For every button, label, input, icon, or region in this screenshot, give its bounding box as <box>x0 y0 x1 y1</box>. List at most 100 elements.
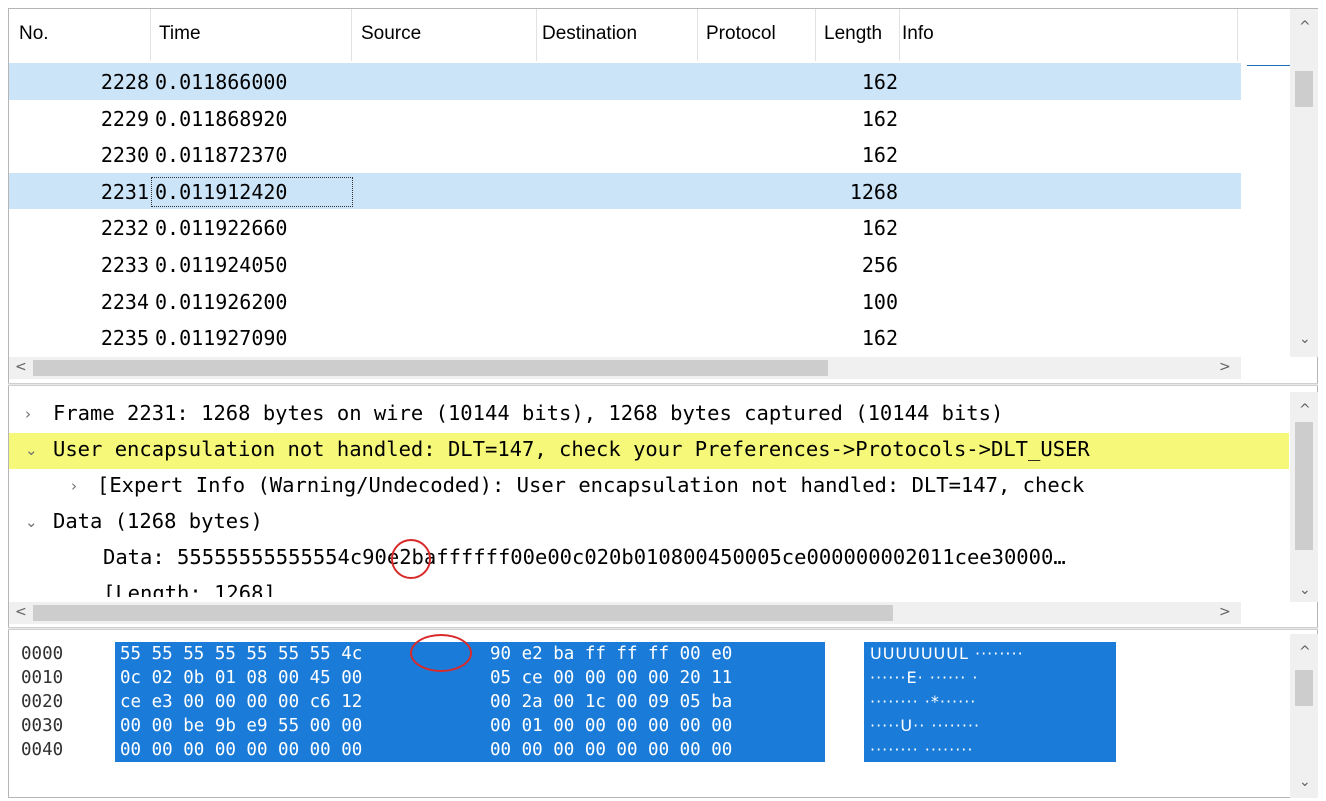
packet-row[interactable]: 2233 0.011924050 256 <box>9 246 1241 283</box>
packet-no: 2230 <box>100 143 149 168</box>
collapsed-arrow-icon[interactable]: › <box>25 405 31 423</box>
column-header-source[interactable]: Source <box>361 23 421 45</box>
packet-list-pane: No. Time Source Destination Protocol Len… <box>9 9 1318 379</box>
pane-splitter[interactable] <box>8 383 1318 386</box>
hex-bytes[interactable]: 00 00 00 00 00 00 00 00 <box>115 738 463 762</box>
column-divider[interactable] <box>899 9 900 61</box>
packet-row[interactable]: 2228 0.011866000 162 <box>9 63 1241 100</box>
packet-time: 0.011872370 <box>155 143 288 168</box>
hex-bytes[interactable]: 90 e2 ba ff ff ff 00 e0 <box>485 642 825 666</box>
ascii-bytes[interactable]: ······E· ······ · <box>864 666 1116 690</box>
packet-bytes-pane: 0000 55 55 55 55 55 55 55 4c 90 e2 ba ff… <box>9 634 1318 798</box>
packet-row[interactable]: 2229 0.011868920 162 <box>9 100 1241 137</box>
hex-bytes[interactable]: 00 00 00 00 00 00 00 00 <box>485 738 825 762</box>
column-header-length[interactable]: Length <box>824 23 882 45</box>
tree-item-label: [Length: 1268] <box>103 581 276 597</box>
column-divider[interactable] <box>150 9 151 61</box>
scroll-down-icon[interactable]: ⌄ <box>1299 774 1311 790</box>
ascii-bytes[interactable]: ········ ·*······ <box>864 690 1116 714</box>
packet-list-hscrollbar[interactable]: < > <box>9 357 1241 379</box>
packet-no: 2229 <box>100 106 149 131</box>
packet-time: 0.011926200 <box>155 289 288 314</box>
column-divider[interactable] <box>1237 9 1238 61</box>
packet-length: 256 <box>861 252 898 277</box>
scroll-up-icon[interactable]: ^ <box>1299 19 1311 35</box>
packet-row-selected[interactable]: 2231 0.011912420 1268 <box>9 172 1241 210</box>
annotation-circle <box>391 539 431 579</box>
hex-bytes[interactable]: 00 01 00 00 00 00 00 00 <box>485 714 825 738</box>
hex-bytes[interactable]: 00 2a 00 1c 00 09 05 ba <box>485 690 825 714</box>
packet-list-header: No. Time Source Destination Protocol Len… <box>9 9 1241 61</box>
packet-length: 162 <box>861 70 898 94</box>
collapsed-arrow-icon[interactable]: › <box>71 477 77 495</box>
scroll-thumb[interactable] <box>1295 670 1313 706</box>
scroll-thumb[interactable] <box>1295 422 1313 550</box>
hex-bytes[interactable]: 05 ce 00 00 00 00 20 11 <box>485 666 825 690</box>
tree-item-label: User encapsulation not handled: DLT=147,… <box>53 437 1090 461</box>
tree-item-data-value[interactable]: Data: 55555555555554c90e2baffffff00e00c0… <box>9 541 1289 577</box>
scroll-left-icon[interactable]: < <box>15 604 27 620</box>
annotation-circle <box>410 634 472 672</box>
tree-item-data[interactable]: ⌄ Data (1268 bytes) <box>9 505 1289 541</box>
scroll-down-icon[interactable]: ⌄ <box>1299 582 1311 598</box>
expanded-arrow-icon[interactable]: ⌄ <box>25 441 38 459</box>
packet-rows: 2228 0.011866000 162 2229 0.011868920 16… <box>9 63 1241 356</box>
scroll-right-icon[interactable]: > <box>1219 604 1231 620</box>
packet-row[interactable]: 2235 0.011927090 162 <box>9 319 1241 356</box>
packet-length: 162 <box>861 143 898 168</box>
column-divider[interactable] <box>815 9 816 61</box>
expanded-arrow-icon[interactable]: ⌄ <box>25 513 38 531</box>
tree-item-label: [Expert Info (Warning/Undecoded): User e… <box>97 473 1085 497</box>
scroll-right-icon[interactable]: > <box>1219 359 1231 375</box>
details-hscrollbar[interactable]: < > <box>9 602 1241 624</box>
packet-details-pane: › Frame 2231: 1268 bytes on wire (10144 … <box>9 392 1318 624</box>
pane-splitter[interactable] <box>8 627 1318 630</box>
packet-no: 2234 <box>100 289 149 314</box>
ascii-bytes[interactable]: ········ ········ <box>864 738 1116 762</box>
packet-length: 162 <box>861 216 898 241</box>
column-header-no[interactable]: No. <box>19 23 49 45</box>
column-header-destination[interactable]: Destination <box>542 23 637 45</box>
column-header-info[interactable]: Info <box>902 23 934 45</box>
hex-bytes[interactable]: ce e3 00 00 00 00 c6 12 <box>115 690 463 714</box>
scroll-up-icon[interactable]: ^ <box>1299 402 1311 418</box>
column-divider[interactable] <box>536 9 537 61</box>
packet-list-vscrollbar[interactable]: ^ ⌄ <box>1290 9 1318 357</box>
tree-item-label: Data: 55555555555554c90e2baffffff00e00c0… <box>103 545 1066 569</box>
column-divider[interactable] <box>351 9 352 61</box>
packet-length: 100 <box>861 289 898 314</box>
hex-bytes[interactable]: 0c 02 0b 01 08 00 45 00 <box>115 666 463 690</box>
scroll-thumb[interactable] <box>33 360 828 376</box>
scroll-down-icon[interactable]: ⌄ <box>1299 331 1311 347</box>
details-vscrollbar[interactable]: ^ ⌄ <box>1290 392 1318 602</box>
ascii-bytes[interactable]: UUUUUUUL ········ <box>864 642 1116 666</box>
scroll-thumb[interactable] <box>1295 71 1313 107</box>
packet-length: 1268 <box>849 179 898 204</box>
tree-item-label: Data (1268 bytes) <box>53 509 263 533</box>
packet-no: 2233 <box>100 252 149 277</box>
tree-item-frame[interactable]: › Frame 2231: 1268 bytes on wire (10144 … <box>9 397 1289 433</box>
packet-row[interactable]: 2230 0.011872370 162 <box>9 136 1241 173</box>
byte-offset: 0030 <box>21 716 64 736</box>
tree-item-length[interactable]: [Length: 1268] <box>9 577 1289 597</box>
hex-gap <box>463 738 485 762</box>
scroll-left-icon[interactable]: < <box>15 359 27 375</box>
scroll-thumb[interactable] <box>33 605 893 621</box>
packet-row[interactable]: 2234 0.011926200 100 <box>9 283 1241 320</box>
ascii-bytes[interactable]: ·····U·· ········ <box>864 714 1116 738</box>
column-header-time[interactable]: Time <box>159 23 201 45</box>
column-header-protocol[interactable]: Protocol <box>706 23 776 45</box>
packet-length: 162 <box>861 106 898 131</box>
tree-item-expert-info[interactable]: › [Expert Info (Warning/Undecoded): User… <box>9 469 1289 505</box>
hex-bytes[interactable]: 00 00 be 9b e9 55 00 00 <box>115 714 463 738</box>
bytes-vscrollbar[interactable]: ^ ⌄ <box>1290 634 1318 798</box>
hex-gap <box>463 714 485 738</box>
tree-item-warning[interactable]: ⌄ User encapsulation not handled: DLT=14… <box>9 433 1289 469</box>
packet-row[interactable]: 2232 0.011922660 162 <box>9 209 1241 246</box>
scroll-up-icon[interactable]: ^ <box>1299 644 1311 660</box>
packet-time: 0.011922660 <box>155 216 288 241</box>
column-divider[interactable] <box>697 9 698 61</box>
packet-time-focused-cell: 0.011912420 <box>151 176 353 207</box>
hex-gap <box>463 690 485 714</box>
hex-gap <box>463 666 485 690</box>
